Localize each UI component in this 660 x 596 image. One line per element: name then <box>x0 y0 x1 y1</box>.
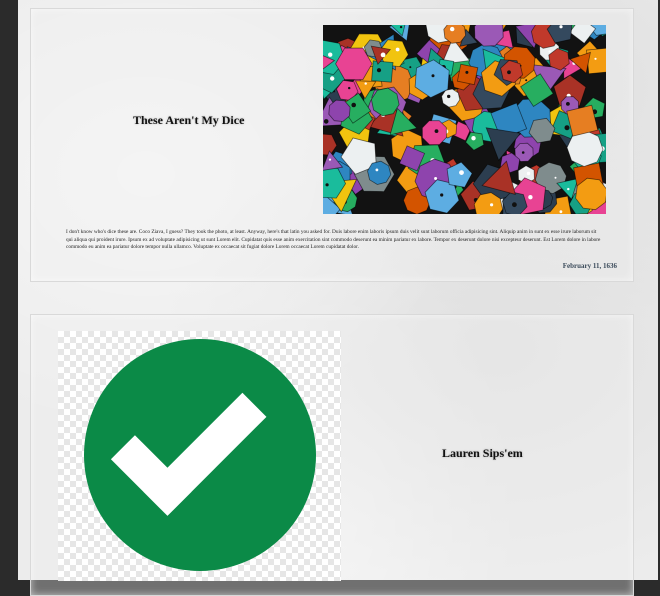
die <box>456 63 479 86</box>
dice-photo <box>323 25 606 214</box>
die <box>569 25 597 44</box>
die-pip <box>434 177 438 180</box>
post-body: I don't know who's dice these are. Coco … <box>66 229 601 251</box>
die-pip <box>364 82 367 85</box>
die-pip <box>395 47 400 52</box>
post-title: Lauren Sips'em <box>442 446 523 460</box>
die-pip <box>507 70 511 75</box>
die <box>371 60 394 83</box>
die-pip <box>399 25 403 29</box>
die-pip <box>471 136 476 141</box>
blog-page: These Aren't My Dice I don't know who's … <box>18 0 658 596</box>
die-pip <box>325 183 329 187</box>
die <box>566 104 599 137</box>
die-pip <box>440 193 444 197</box>
die-pip <box>351 102 356 108</box>
die-pip <box>328 158 332 161</box>
die-pip <box>566 102 570 106</box>
die-pip <box>559 25 563 29</box>
die-pip <box>548 50 551 53</box>
die-pip <box>431 74 435 78</box>
die-pip <box>564 125 570 131</box>
die-pip <box>528 195 533 200</box>
die-pip <box>594 57 597 60</box>
die <box>586 47 606 75</box>
die <box>328 99 351 122</box>
post-date: February 11, 1636 <box>562 262 617 270</box>
die-pip <box>323 119 329 124</box>
die <box>370 87 400 117</box>
die-pip <box>521 151 525 154</box>
die-pip <box>554 176 557 179</box>
die-pip <box>348 86 351 90</box>
checkmark-image <box>58 331 341 581</box>
die-pip <box>567 187 570 191</box>
die <box>367 160 392 185</box>
die-pip <box>409 66 412 69</box>
die-pip <box>450 26 455 32</box>
post-card: Lauren Sips'em <box>30 314 634 596</box>
die-pip <box>447 94 451 99</box>
die-pip <box>525 79 528 82</box>
die-pip <box>559 210 563 214</box>
die <box>441 88 461 108</box>
die-pip <box>459 170 464 176</box>
die-pip <box>490 203 494 207</box>
die-pip <box>434 129 439 133</box>
die-pip <box>465 70 469 74</box>
post-title: These Aren't My Dice <box>133 113 245 127</box>
die-pip <box>512 202 517 208</box>
die-pip <box>376 68 382 73</box>
die <box>421 120 447 146</box>
die-pip <box>380 52 386 58</box>
die-pip <box>328 52 333 57</box>
die-pip <box>375 168 379 172</box>
die-pip <box>330 76 335 81</box>
die-pip <box>526 171 531 176</box>
post-card: These Aren't My Dice I don't know who's … <box>30 8 634 282</box>
